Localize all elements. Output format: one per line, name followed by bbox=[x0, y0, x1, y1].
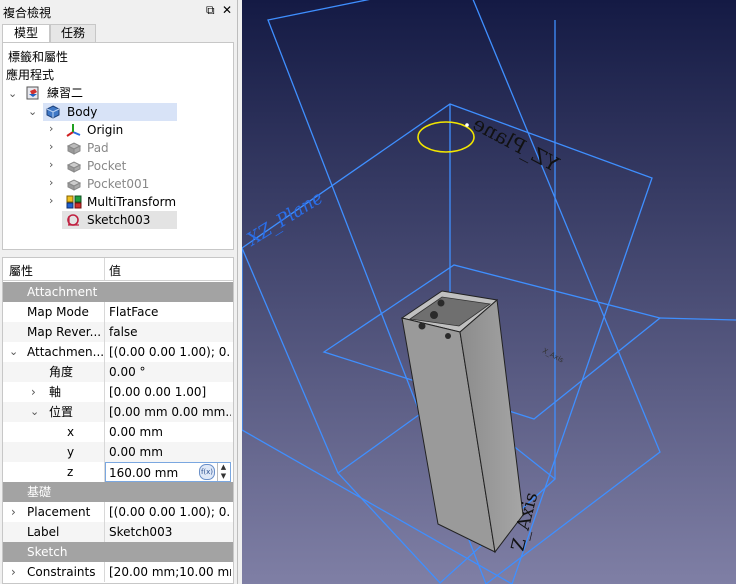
chevron-right-icon[interactable]: › bbox=[49, 194, 53, 207]
tree-item-application[interactable]: 應用程式 bbox=[6, 66, 54, 84]
prop-label: x bbox=[67, 425, 75, 439]
chevron-right-icon[interactable]: › bbox=[49, 140, 53, 153]
prop-label: Placement bbox=[27, 505, 91, 519]
expression-icon-label: f(x) bbox=[200, 468, 214, 476]
combo-view-title: 複合檢視 bbox=[3, 6, 52, 20]
prop-label: Map Mode bbox=[27, 305, 89, 319]
body-highlight bbox=[43, 103, 177, 121]
tab-tasks[interactable]: 任務 bbox=[50, 24, 96, 42]
tree-item-document[interactable]: 練習二 bbox=[47, 84, 83, 102]
prop-row-x[interactable]: x 0.00 mm bbox=[3, 422, 233, 442]
group-base[interactable]: 基礎 bbox=[3, 482, 233, 502]
prop-label: z bbox=[67, 465, 74, 479]
chevron-right-icon[interactable]: › bbox=[11, 502, 16, 522]
chevron-right-icon[interactable]: › bbox=[49, 176, 53, 189]
sketch-icon bbox=[67, 214, 79, 226]
z-value-input[interactable]: 160.00 mm bbox=[106, 466, 178, 480]
property-header: 屬性 值 bbox=[3, 258, 233, 281]
origin-icon bbox=[66, 124, 81, 137]
tree-header: 標籤和屬性 bbox=[8, 50, 69, 64]
model-tree: 標籤和屬性 應用程式 ⌄ 練習二 ⌄ Body › Origin › Pad ›… bbox=[2, 42, 234, 250]
group-base-label: 基礎 bbox=[27, 485, 52, 499]
3d-scene[interactable]: YZ_Plane XZ_Plane Z_Axis X_Axis bbox=[242, 0, 736, 584]
prop-label: 角度 bbox=[49, 365, 74, 379]
prop-row-z[interactable]: z 160.00 mm f(x) ▲ ▼ bbox=[3, 462, 233, 482]
prop-row-axis[interactable]: › 軸 [0.00 0.00 1.00] bbox=[3, 382, 233, 402]
chevron-down-icon[interactable]: ⌄ bbox=[28, 105, 37, 118]
tree-item-pad[interactable]: Pad bbox=[87, 139, 109, 157]
prop-value[interactable]: [0.00 mm 0.00 mm... bbox=[105, 405, 231, 419]
column-divider bbox=[104, 258, 105, 280]
tree-item-multitransform[interactable]: MultiTransform bbox=[87, 193, 176, 211]
prop-row-y[interactable]: y 0.00 mm bbox=[3, 442, 233, 462]
3d-viewport[interactable]: YZ_Plane XZ_Plane Z_Axis X_Axis bbox=[242, 0, 736, 584]
prop-label: y bbox=[67, 445, 75, 459]
combo-view-titlebar: 複合檢視 ⧉ ✕ bbox=[0, 0, 238, 22]
property-column-header: 屬性 bbox=[9, 264, 34, 278]
chevron-right-icon[interactable]: › bbox=[31, 382, 36, 402]
pocket-icon bbox=[66, 179, 82, 191]
tab-model[interactable]: 模型 bbox=[2, 24, 50, 42]
tree-item-origin[interactable]: Origin bbox=[87, 121, 123, 139]
prop-value[interactable]: 0.00 mm bbox=[105, 445, 163, 459]
document-icon bbox=[26, 86, 39, 100]
chevron-down-icon[interactable]: ⌄ bbox=[9, 342, 18, 362]
prop-label: Map Rever... bbox=[27, 325, 102, 339]
body-icon bbox=[46, 105, 60, 119]
tree-item-pocket001[interactable]: Pocket001 bbox=[87, 175, 149, 193]
prop-row-constraints[interactable]: › Constraints [20.00 mm;10.00 mm... bbox=[3, 562, 233, 582]
tree-item-sketch003[interactable]: Sketch003 bbox=[87, 211, 150, 229]
group-attachment[interactable]: Attachment bbox=[3, 282, 233, 302]
prop-row-angle[interactable]: 角度 0.00 ° bbox=[3, 362, 233, 382]
spin-buttons[interactable]: ▲ ▼ bbox=[217, 463, 229, 481]
tree-item-body[interactable]: Body bbox=[67, 103, 97, 121]
tab-tasks-label: 任務 bbox=[60, 26, 85, 40]
tab-model-label: 模型 bbox=[13, 26, 38, 40]
prop-value[interactable]: false bbox=[105, 325, 138, 339]
chevron-right-icon[interactable]: › bbox=[49, 158, 53, 171]
combo-view-panel: 複合檢視 ⧉ ✕ 模型 任務 標籤和屬性 應用程式 ⌄ 練習二 ⌄ Body › bbox=[0, 0, 238, 584]
prop-label: Constraints bbox=[27, 565, 96, 579]
prop-value[interactable]: Sketch003 bbox=[105, 525, 172, 539]
pad-icon bbox=[66, 142, 82, 155]
prop-value[interactable]: FlatFace bbox=[105, 305, 158, 319]
group-attachment-label: Attachment bbox=[27, 285, 98, 299]
prop-row-attachment-offset[interactable]: ⌄ Attachmen... [(0.00 0.00 1.00); 0.... bbox=[3, 342, 233, 362]
prop-value[interactable]: [20.00 mm;10.00 mm... bbox=[105, 565, 231, 579]
prop-value[interactable]: [(0.00 0.00 1.00); 0.... bbox=[105, 505, 231, 519]
prop-row-position[interactable]: ⌄ 位置 [0.00 mm 0.00 mm... bbox=[3, 402, 233, 422]
chevron-down-icon[interactable]: ⌄ bbox=[30, 402, 39, 422]
prop-row-placement[interactable]: › Placement [(0.00 0.00 1.00); 0.... bbox=[3, 502, 233, 522]
group-sketch-label: Sketch bbox=[27, 545, 68, 559]
prop-value[interactable]: [0.00 0.00 1.00] bbox=[105, 385, 206, 399]
prop-label: Label bbox=[27, 525, 60, 539]
chevron-down-icon[interactable]: ⌄ bbox=[8, 87, 17, 100]
prop-row-label[interactable]: Label Sketch003 bbox=[3, 522, 233, 542]
prop-row-map-mode[interactable]: Map Mode FlatFace bbox=[3, 302, 233, 322]
float-icon[interactable]: ⧉ bbox=[206, 3, 215, 17]
prop-value[interactable]: [(0.00 0.00 1.00); 0.... bbox=[105, 345, 231, 359]
prop-row-map-reversed[interactable]: Map Rever... false bbox=[3, 322, 233, 342]
chevron-right-icon[interactable]: › bbox=[49, 122, 53, 135]
tree-item-pocket[interactable]: Pocket bbox=[87, 157, 126, 175]
chevron-right-icon[interactable]: › bbox=[11, 562, 16, 582]
prop-value[interactable]: 0.00 mm bbox=[105, 425, 163, 439]
group-sketch[interactable]: Sketch bbox=[3, 542, 233, 562]
prop-value[interactable]: 0.00 ° bbox=[105, 365, 146, 379]
sketch-point[interactable] bbox=[465, 123, 469, 127]
expression-icon[interactable]: f(x) bbox=[199, 464, 215, 480]
property-editor: 屬性 值 Attachment Map Mode FlatFace Map Re… bbox=[2, 257, 234, 584]
value-column-header: 值 bbox=[109, 264, 122, 278]
close-icon[interactable]: ✕ bbox=[222, 3, 232, 17]
pocket-icon bbox=[66, 161, 82, 173]
multitransform-icon bbox=[66, 195, 82, 209]
